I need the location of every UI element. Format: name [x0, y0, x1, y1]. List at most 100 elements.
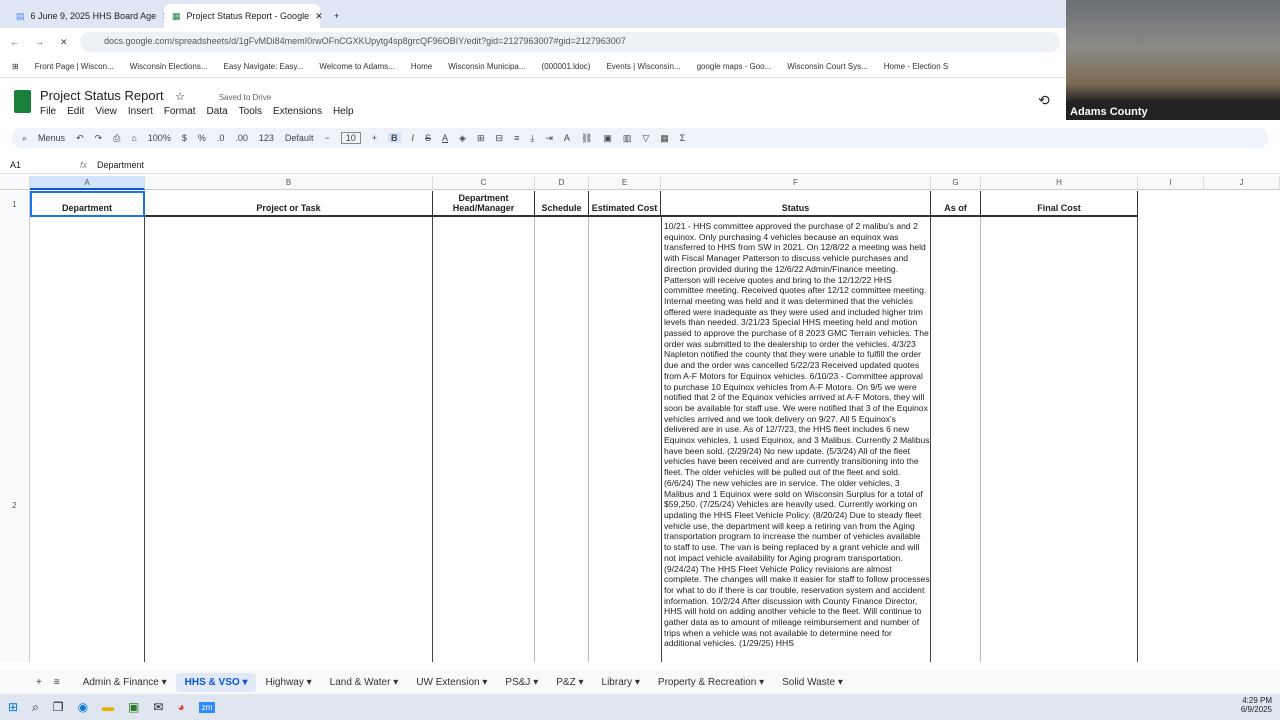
italic-icon[interactable]: I [412, 133, 415, 143]
bookmark[interactable]: (000001.ldoc) [542, 62, 591, 71]
sheet-tab[interactable]: Solid Waste ▾ [773, 673, 852, 692]
font-size-increase[interactable]: + [372, 133, 377, 143]
redo-icon[interactable]: ↷ [95, 133, 103, 144]
back-icon[interactable]: ← [10, 37, 19, 47]
chrome-icon[interactable]: ◕ [177, 700, 184, 714]
menu-file[interactable]: File [40, 106, 56, 117]
column-header[interactable]: H [981, 176, 1138, 190]
star-icon[interactable]: ☆ [175, 91, 185, 103]
column-header[interactable]: F [661, 176, 931, 190]
bookmark[interactable]: Easy Navigate: Easy... [224, 62, 304, 71]
borders-icon[interactable]: ⊞ [477, 133, 485, 144]
strikethrough-icon[interactable]: S [425, 133, 431, 143]
functions-icon[interactable]: Σ [680, 133, 686, 143]
sheet-tab[interactable]: UW Extension ▾ [407, 673, 496, 692]
bookmark[interactable]: Home - Election S [884, 62, 948, 71]
apps-icon[interactable]: ⊞ [12, 62, 19, 71]
header-as-of[interactable]: As of [931, 191, 981, 217]
column-header[interactable]: A [30, 176, 145, 190]
fill-color-icon[interactable]: ◈ [459, 133, 466, 144]
comment-icon[interactable]: ▣ [603, 133, 612, 144]
header-schedule[interactable]: Schedule [535, 191, 589, 217]
decrease-decimal-button[interactable]: .0 [217, 133, 225, 143]
font-select[interactable]: Default [285, 133, 314, 143]
doc-title[interactable]: Project Status Report [40, 88, 164, 103]
select-all[interactable] [0, 176, 30, 190]
sheet-tab[interactable]: Land & Water ▾ [321, 673, 408, 692]
number-format-button[interactable]: 123 [259, 133, 274, 143]
column-header[interactable]: J [1204, 176, 1280, 190]
add-sheet-icon[interactable]: + [36, 677, 42, 688]
sheet-tab-active[interactable]: HHS & VSO ▾ [175, 672, 257, 692]
bookmark[interactable]: google maps - Goo... [697, 62, 772, 71]
header-project[interactable]: Project or Task [145, 191, 433, 217]
name-box[interactable]: A1 [10, 160, 70, 170]
menu-edit[interactable]: Edit [67, 106, 84, 117]
sheet-tab[interactable]: Admin & Finance ▾ [74, 673, 176, 692]
url-input[interactable]: docs.google.com/spreadsheets/d/1gFvMDi84… [80, 32, 1060, 52]
menus-search[interactable]: Menus [38, 133, 65, 143]
filter-icon[interactable]: ▽ [642, 133, 649, 144]
row-header[interactable]: 2 [0, 218, 30, 662]
sheet-tab[interactable]: Highway ▾ [256, 673, 320, 692]
bookmark[interactable]: Wisconsin Court Sys... [787, 62, 867, 71]
sheet-tab[interactable]: Property & Recreation ▾ [649, 673, 773, 692]
forward-icon[interactable]: → [35, 37, 44, 47]
status-cell[interactable]: 10/21 - HHS committee approved the purch… [664, 221, 930, 649]
menu-extensions[interactable]: Extensions [273, 106, 322, 117]
bookmark[interactable]: Front Page | Wiscon... [35, 62, 114, 71]
increase-decimal-button[interactable]: .00 [235, 133, 248, 143]
spreadsheet-grid[interactable]: A B C D E F G H I J 1 2 Department Proje… [0, 176, 1280, 662]
zoom-icon[interactable]: zm [198, 701, 216, 713]
column-header[interactable]: C [433, 176, 535, 190]
search-icon[interactable]: ⌕ [32, 700, 39, 715]
header-final-cost[interactable]: Final Cost [981, 191, 1138, 217]
merge-icon[interactable]: ⊟ [496, 133, 504, 144]
row-header[interactable]: 1 [0, 191, 30, 218]
font-size-input[interactable]: 10 [340, 132, 361, 144]
app-icon[interactable]: ▣ [128, 700, 139, 714]
wrap-icon[interactable]: ⇥ [545, 133, 553, 144]
menu-help[interactable]: Help [333, 106, 354, 117]
menu-insert[interactable]: Insert [128, 106, 153, 117]
header-status[interactable]: Status [661, 191, 931, 217]
font-size-decrease[interactable]: − [324, 133, 329, 143]
file-explorer-icon[interactable]: ▬ [102, 700, 114, 714]
text-color-icon[interactable]: A [442, 133, 448, 143]
column-header[interactable]: B [145, 176, 433, 190]
rotate-icon[interactable]: A [564, 133, 570, 143]
header-department[interactable]: Department [30, 191, 145, 217]
app-icon[interactable]: ✉ [153, 700, 163, 714]
print-icon[interactable]: ⎙ [113, 133, 120, 144]
link-icon[interactable]: ⛓ [581, 133, 592, 144]
history-icon[interactable]: ⟲ [1038, 92, 1050, 109]
column-header[interactable]: D [535, 176, 589, 190]
percent-button[interactable]: % [198, 133, 206, 143]
column-header[interactable]: G [931, 176, 981, 190]
chart-icon[interactable]: ▥ [623, 133, 632, 144]
menu-format[interactable]: Format [164, 106, 196, 117]
bookmark[interactable]: Wisconsin Elections... [130, 62, 208, 71]
valign-icon[interactable]: ⤓ [530, 133, 534, 144]
column-header[interactable]: I [1138, 176, 1204, 190]
browser-tab-active[interactable]: ▦ Project Status Report - Google ✕ [164, 4, 323, 28]
menu-view[interactable]: View [95, 106, 117, 117]
close-icon[interactable]: ✕ [315, 11, 323, 22]
sheet-tab[interactable]: PS&J ▾ [496, 673, 547, 692]
filter-views-icon[interactable]: ▦ [660, 133, 669, 144]
bookmark[interactable]: Events | Wisconsin... [606, 62, 680, 71]
new-tab-button[interactable]: + [326, 4, 347, 28]
bookmark[interactable]: Welcome to Adams... [319, 62, 394, 71]
stop-icon[interactable]: ✕ [60, 37, 68, 48]
paint-format-icon[interactable]: ⌂ [131, 133, 136, 143]
header-estimated-cost[interactable]: Estimated Cost [589, 191, 661, 217]
task-view-icon[interactable]: ❐ [53, 700, 64, 714]
formula-input[interactable]: Department [97, 160, 144, 170]
currency-button[interactable]: $ [182, 133, 187, 143]
edge-icon[interactable]: ◉ [78, 700, 88, 714]
browser-tab[interactable]: ▤6 June 9, 2025 HHS Board Age✕ [8, 4, 170, 28]
menu-data[interactable]: Data [207, 106, 228, 117]
zoom-select[interactable]: 100% [148, 133, 171, 143]
menu-tools[interactable]: Tools [239, 106, 262, 117]
align-icon[interactable]: ≡ [514, 133, 519, 143]
